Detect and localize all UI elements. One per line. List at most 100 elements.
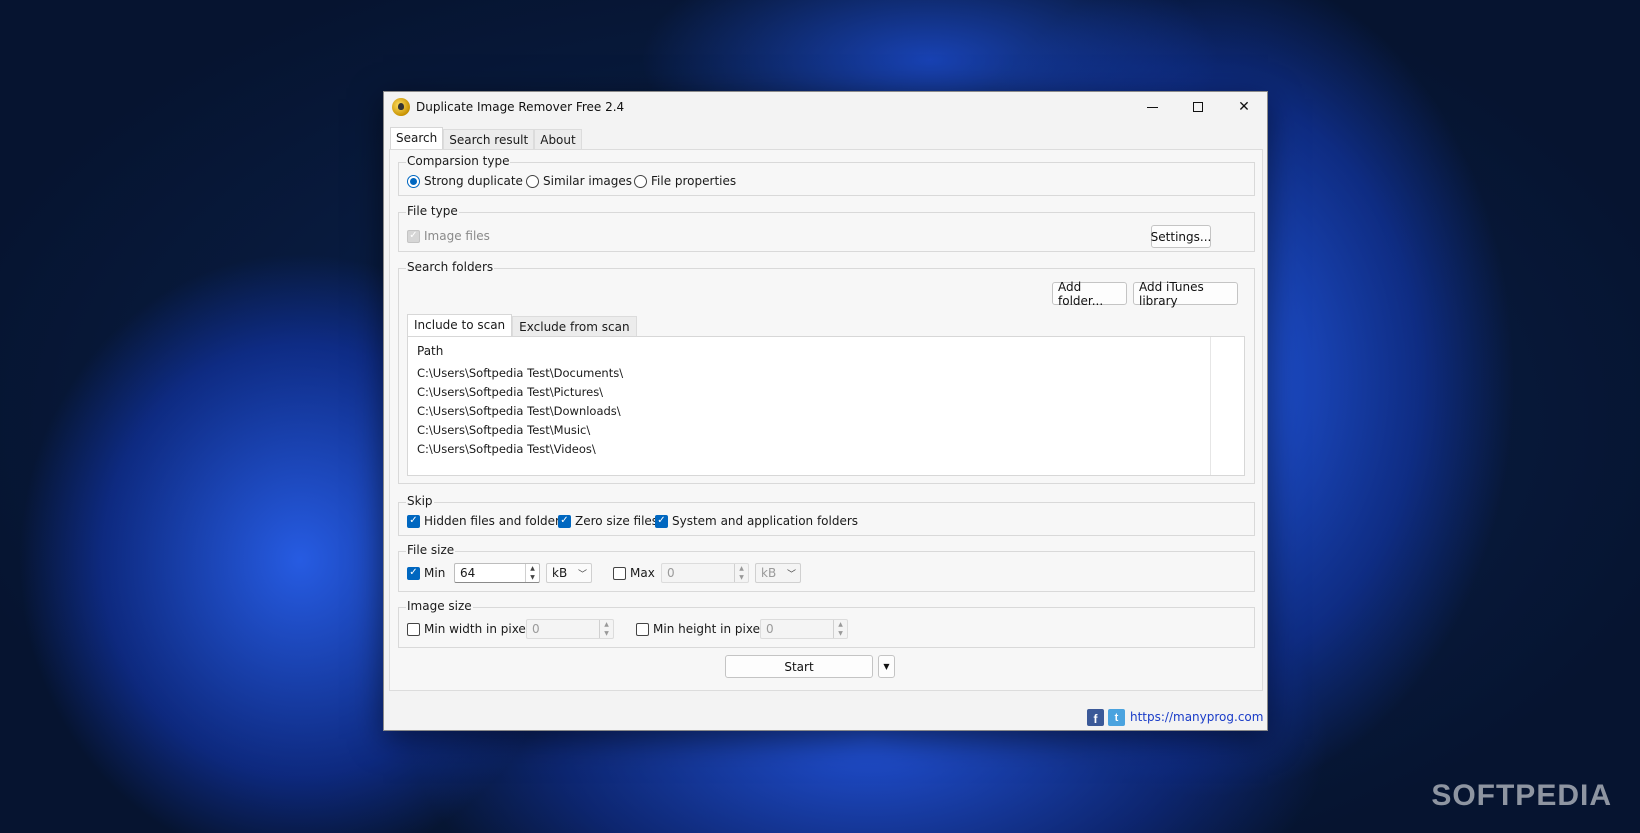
file-size-label: File size [406,543,456,557]
social-icons: f t [1087,709,1125,726]
app-icon [392,98,410,116]
app-window: Duplicate Image Remover Free 2.4 ✕ Searc… [383,91,1268,731]
skip-system-folders-checkbox[interactable]: ✓ System and application folders [655,514,858,528]
spin-down-icon[interactable]: ▼ [526,573,539,582]
spin-down-icon[interactable]: ▼ [834,629,847,638]
radio-dot [407,174,420,188]
radio-dot [634,174,647,188]
radio-strong-duplicate-label: Strong duplicate [424,174,523,188]
skip-group: Skip ✓ Hidden files and folders ✓ Zero s… [398,494,1255,536]
min-height-spinner[interactable]: 0 ▲ ▼ [760,619,848,639]
softpedia-watermark: SOFTPEDIA [1431,779,1612,812]
search-folders-group: Search folders Add folder... Add iTunes … [398,260,1255,484]
chevron-down-icon: ﹀ [577,570,587,580]
image-size-label: Image size [406,599,473,613]
radio-dot [526,174,539,188]
maximize-icon [1193,102,1203,112]
spinner-arrows: ▲ ▼ [734,564,748,582]
min-size-spinner[interactable]: 64 ▲ ▼ [454,563,540,583]
spin-down-icon[interactable]: ▼ [600,629,613,638]
skip-hidden-checkbox[interactable]: ✓ Hidden files and folders [407,514,566,528]
comparison-type-label: Comparsion type [406,154,511,168]
title-bar[interactable]: Duplicate Image Remover Free 2.4 ✕ [384,92,1267,122]
spin-down-icon[interactable]: ▼ [735,573,748,582]
radio-similar-images-label: Similar images [543,174,633,188]
list-item[interactable]: C:\Users\Softpedia Test\Downloads\ [417,404,621,418]
close-icon: ✕ [1238,99,1250,115]
min-size-unit-dropdown[interactable]: kB ﹀ [546,563,592,583]
checkbox-checked-icon: ✓ [558,514,571,528]
website-link[interactable]: https://manyprog.com [1130,710,1263,724]
image-size-group: Image size Min width in pixel 0 ▲ ▼ Min … [398,599,1255,648]
tab-exclude-from-scan[interactable]: Exclude from scan [512,316,637,337]
skip-label: Skip [406,494,434,508]
min-width-checkbox[interactable]: Min width in pixel [407,622,529,636]
skip-system-folders-label: System and application folders [672,514,859,528]
twitter-icon[interactable]: t [1108,709,1125,726]
maximize-button[interactable] [1175,92,1221,122]
path-column-header[interactable]: Path [417,344,443,358]
window-title: Duplicate Image Remover Free 2.4 [416,100,625,114]
checkbox-unchecked-icon [407,622,420,636]
close-button[interactable]: ✕ [1221,92,1267,122]
checkbox-unchecked-icon [636,622,649,636]
checkbox-checked-icon: ✓ [407,566,420,580]
tab-search-result[interactable]: Search result [443,129,535,149]
file-type-group: File type ✓ Image files Settings... [398,204,1255,252]
list-item[interactable]: C:\Users\Softpedia Test\Music\ [417,423,590,437]
min-size-checkbox[interactable]: ✓ Min [407,566,445,580]
spin-up-icon[interactable]: ▲ [834,620,847,629]
skip-hidden-label: Hidden files and folders [424,514,567,528]
list-item[interactable]: C:\Users\Softpedia Test\Pictures\ [417,385,603,399]
min-size-label: Min [424,566,446,580]
tab-include-to-scan[interactable]: Include to scan [407,314,513,337]
chevron-down-icon: ﹀ [786,570,796,580]
checkbox-unchecked-icon [613,566,626,580]
min-width-spinner[interactable]: 0 ▲ ▼ [526,619,614,639]
tab-search[interactable]: Search [390,127,444,151]
scan-tabs: Include to scan Exclude from scan [407,314,637,337]
settings-button[interactable]: Settings... [1151,225,1211,248]
image-files-checkbox[interactable]: ✓ Image files [407,229,490,243]
caret-down-icon: ▼ [883,662,890,671]
max-size-label: Max [630,566,655,580]
main-tabs: Search Search result About [390,127,582,151]
spinner-arrows: ▲ ▼ [599,620,613,638]
max-size-unit-value: kB [761,566,777,580]
radio-strong-duplicate[interactable]: Strong duplicate [407,174,523,188]
min-size-unit-value: kB [552,566,568,580]
facebook-icon[interactable]: f [1087,709,1104,726]
min-width-label: Min width in pixel [424,622,530,636]
start-button[interactable]: Start [725,655,873,678]
spin-up-icon[interactable]: ▲ [526,564,539,573]
list-item[interactable]: C:\Users\Softpedia Test\Documents\ [417,366,623,380]
list-item[interactable]: C:\Users\Softpedia Test\Videos\ [417,442,596,456]
max-size-unit-dropdown[interactable]: kB ﹀ [755,563,801,583]
include-path-list[interactable]: Path C:\Users\Softpedia Test\Documents\ … [407,336,1245,476]
min-width-value: 0 [532,622,540,636]
search-panel: Comparsion type Strong duplicate Similar… [389,149,1263,691]
radio-similar-images[interactable]: Similar images [526,174,632,188]
radio-file-properties[interactable]: File properties [634,174,736,188]
min-height-checkbox[interactable]: Min height in pixel [636,622,763,636]
min-height-label: Min height in pixel [653,622,764,636]
start-options-button[interactable]: ▼ [878,655,895,678]
max-size-spinner[interactable]: 0 ▲ ▼ [661,563,749,583]
list-scroll-area[interactable] [1210,337,1244,475]
skip-zero-size-checkbox[interactable]: ✓ Zero size files [558,514,658,528]
add-folder-button[interactable]: Add folder... [1052,280,1127,308]
max-size-checkbox[interactable]: Max [613,566,655,580]
min-size-value: 64 [460,566,476,580]
spin-up-icon[interactable]: ▲ [735,564,748,573]
min-height-value: 0 [766,622,774,636]
max-size-value: 0 [667,566,675,580]
checkbox-checked-icon: ✓ [407,514,420,528]
file-size-group: File size ✓ Min 64 ▲ ▼ kB ﹀ Max 0 ▲ ▼ kB… [398,543,1255,592]
skip-zero-size-label: Zero size files [575,514,659,528]
image-files-label: Image files [424,229,490,243]
add-itunes-library-button[interactable]: Add iTunes library [1133,280,1238,308]
tab-about[interactable]: About [534,129,582,149]
spin-up-icon[interactable]: ▲ [600,620,613,629]
comparison-type-group: Comparsion type Strong duplicate Similar… [398,154,1255,196]
minimize-button[interactable] [1129,92,1175,122]
